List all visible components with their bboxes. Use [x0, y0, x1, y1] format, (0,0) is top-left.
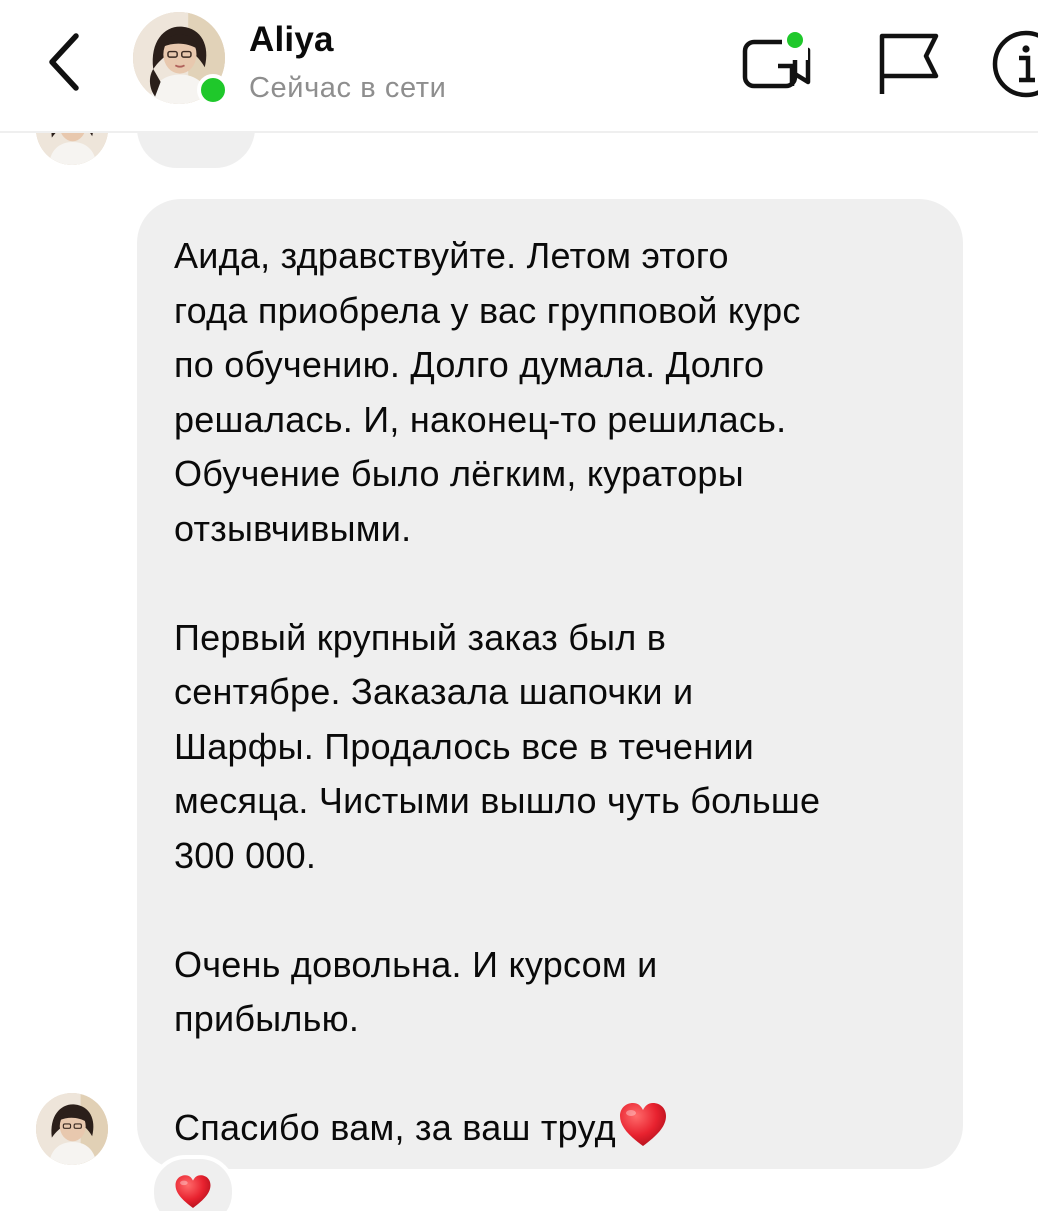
chat-header: Aliya Сейчас в сети	[0, 0, 1038, 133]
contact-name[interactable]: Aliya	[249, 20, 334, 60]
chevron-left-icon	[49, 33, 79, 91]
contact-avatar-button[interactable]	[133, 12, 229, 106]
message-bubble[interactable]: Аида, здравствуйте. Летом этого года при…	[137, 199, 963, 1169]
red-heart-icon	[175, 1175, 211, 1208]
back-button[interactable]	[36, 22, 96, 102]
report-button[interactable]	[872, 26, 948, 102]
flag-icon	[879, 33, 939, 94]
avatar	[36, 133, 108, 165]
message-paragraph: Аида, здравствуйте. Летом этого года при…	[174, 235, 801, 549]
online-status-text: Сейчас в сети	[249, 72, 447, 104]
previous-message-avatar	[36, 133, 108, 165]
video-call-button[interactable]	[738, 26, 814, 102]
message-thread[interactable]: Аида, здравствуйте. Летом этого года при…	[0, 133, 1038, 1211]
online-status-dot	[197, 74, 229, 106]
message-paragraph-last: Спасибо вам, за ваш труд	[174, 1101, 927, 1156]
info-button[interactable]	[988, 26, 1038, 102]
info-icon	[992, 30, 1038, 98]
previous-message-bubble[interactable]	[137, 133, 255, 168]
red-heart-icon	[619, 1103, 666, 1146]
message-closing-text: Спасибо вам, за ваш труд	[174, 1107, 616, 1148]
avatar	[36, 1093, 108, 1165]
sender-avatar[interactable]	[36, 1093, 108, 1165]
direct-message-screen: Aliya Сейчас в сети Аида, здравствуйте. …	[0, 0, 1038, 1211]
message-paragraph: Первый крупный заказ был в сентябре. Зак…	[174, 616, 821, 876]
video-call-icon	[742, 32, 811, 89]
message-reaction[interactable]	[150, 1155, 236, 1211]
message-paragraph: Очень довольна. И курсом и прибылью.	[174, 943, 658, 1040]
